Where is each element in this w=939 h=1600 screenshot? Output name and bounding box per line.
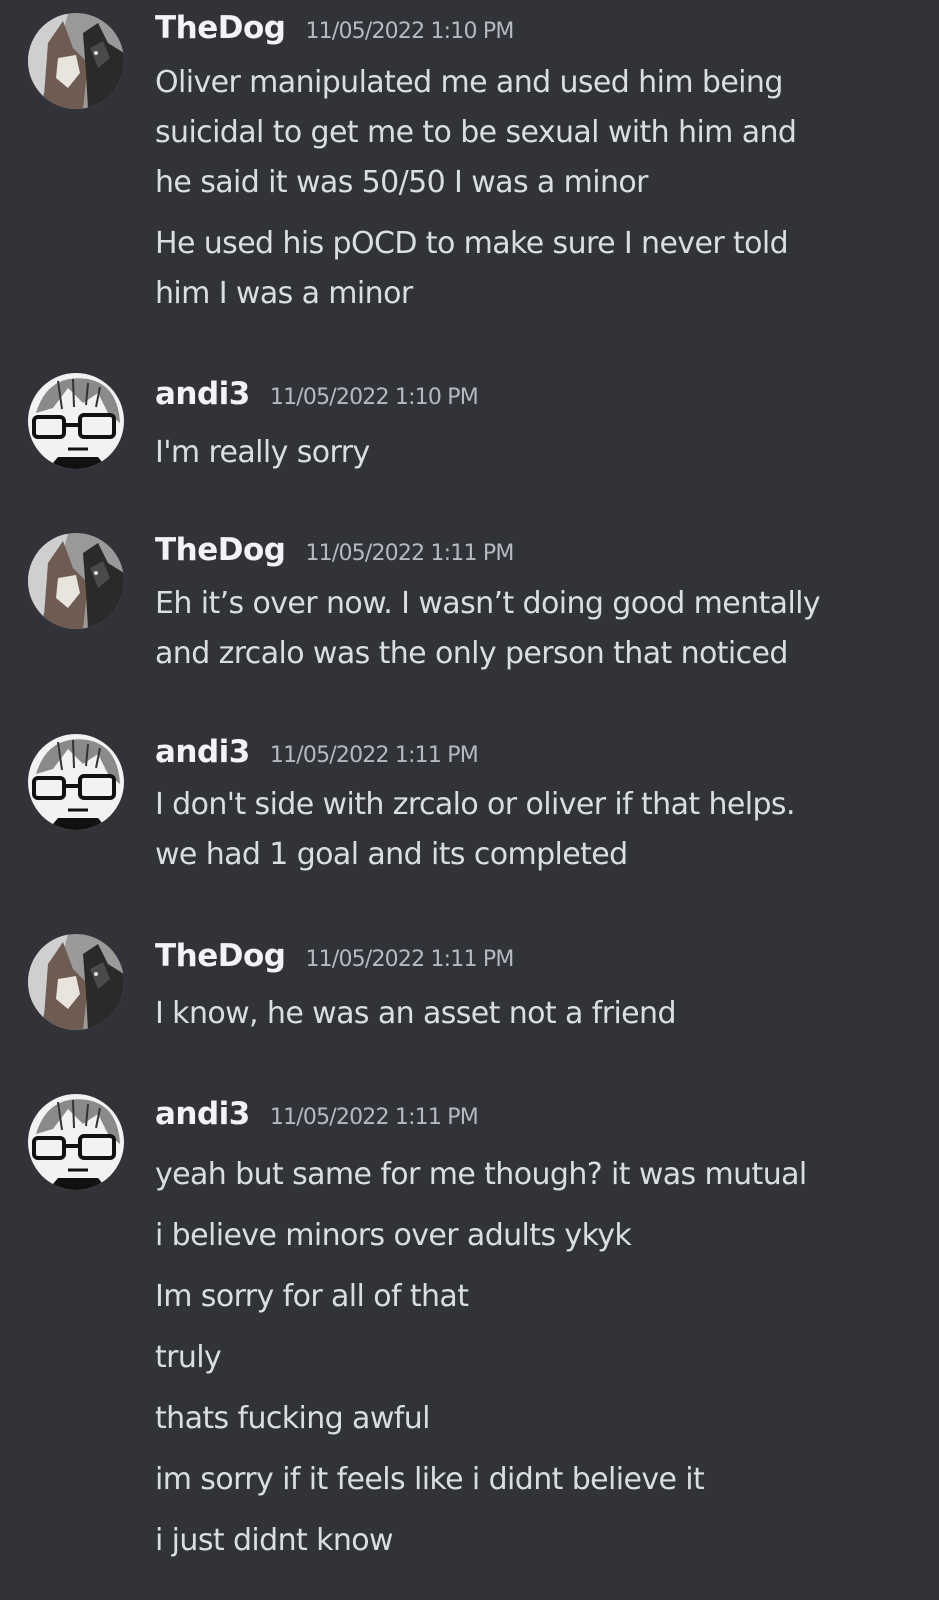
message-text: im sorry if it feels like i didnt believ… [155,1462,705,1497]
chat-message-list: TheDog 11/05/2022 1:10 PM Oliver manipula… [0,0,939,1600]
username[interactable]: andi3 [155,376,250,412]
message-text: He used his pOCD to make sure I never to… [155,226,789,261]
message-text: i just didnt know [155,1523,394,1558]
message-text: we had 1 goal and its completed [155,837,628,872]
timestamp[interactable]: 11/05/2022 1:10 PM [270,385,479,410]
dog-avatar-icon[interactable] [28,13,124,109]
message-header: TheDog 11/05/2022 1:11 PM [155,938,514,974]
message-text: him I was a minor [155,276,413,311]
message-text: thats fucking awful [155,1401,430,1436]
message-text: Im sorry for all of that [155,1279,469,1314]
dog-avatar-icon[interactable] [28,533,124,629]
message-text: Oliver manipulated me and used him being [155,65,783,100]
username[interactable]: TheDog [155,532,286,568]
timestamp[interactable]: 11/05/2022 1:11 PM [270,743,479,768]
message-text: he said it was 50/50 I was a minor [155,165,649,200]
message-text: suicidal to get me to be sexual with him… [155,115,797,150]
timestamp[interactable]: 11/05/2022 1:10 PM [305,19,514,44]
message-text: truly [155,1340,222,1375]
timestamp[interactable]: 11/05/2022 1:11 PM [270,1105,479,1130]
timestamp[interactable]: 11/05/2022 1:11 PM [305,947,514,972]
glasses-character-avatar-icon[interactable] [28,373,124,469]
message-text: yeah but same for me though? it was mutu… [155,1157,807,1192]
glasses-character-avatar-icon[interactable] [28,734,124,830]
glasses-character-avatar-icon[interactable] [28,1094,124,1190]
message-text: I don't side with zrcalo or oliver if th… [155,787,795,822]
message-text: Eh it’s over now. I wasn’t doing good me… [155,586,821,621]
username[interactable]: TheDog [155,938,286,974]
message-header: TheDog 11/05/2022 1:11 PM [155,532,514,568]
username[interactable]: andi3 [155,1096,250,1132]
message-header: andi3 11/05/2022 1:11 PM [155,734,479,770]
message-text: and zrcalo was the only person that noti… [155,636,788,671]
message-text: I know, he was an asset not a friend [155,996,676,1031]
message-header: andi3 11/05/2022 1:10 PM [155,376,479,412]
message-text: I'm really sorry [155,435,370,470]
timestamp[interactable]: 11/05/2022 1:11 PM [305,541,514,566]
message-header: TheDog 11/05/2022 1:10 PM [155,10,514,46]
message-header: andi3 11/05/2022 1:11 PM [155,1096,479,1132]
username[interactable]: TheDog [155,10,286,46]
username[interactable]: andi3 [155,734,250,770]
dog-avatar-icon[interactable] [28,934,124,1030]
message-text: i believe minors over adults ykyk [155,1218,632,1253]
